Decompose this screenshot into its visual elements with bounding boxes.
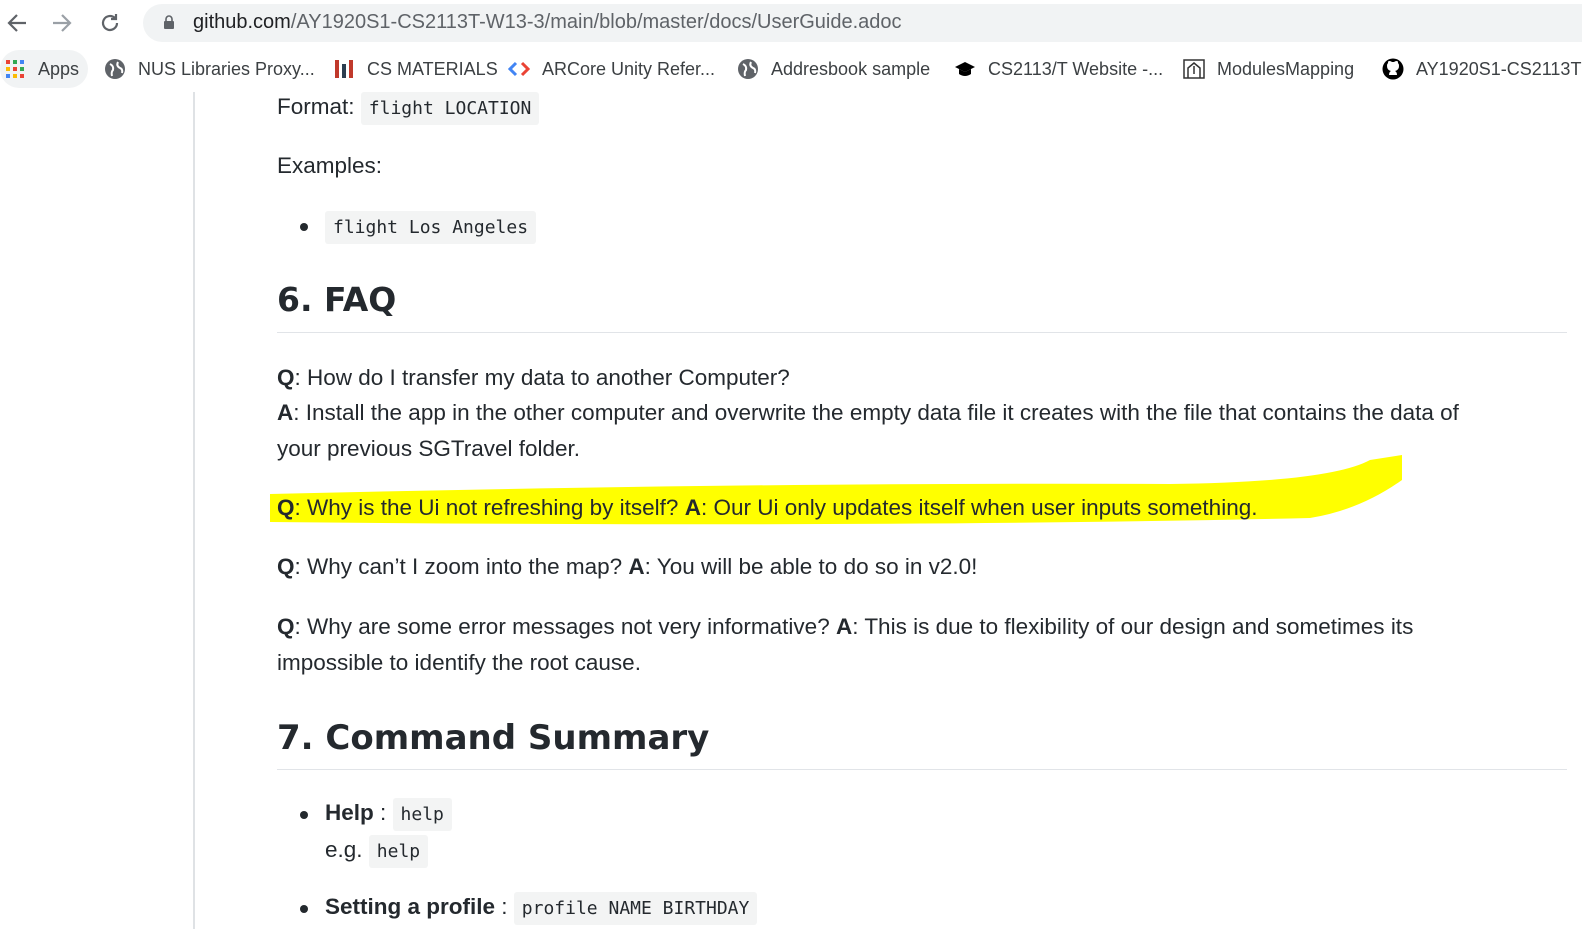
- bookmark-cs2113-website[interactable]: CS2113/T Website -...: [954, 46, 1163, 92]
- command-code: help: [392, 798, 452, 831]
- bookmark-cs-materials[interactable]: CS MATERIALS: [333, 46, 498, 92]
- command-sep: :: [495, 894, 514, 919]
- back-button[interactable]: [0, 6, 34, 40]
- bookmark-label: ARCore Unity Refer...: [542, 58, 716, 79]
- url-text: github.com/AY1920S1-CS2113T-W13-3/main/b…: [193, 11, 902, 34]
- summary-item-profile: Setting a profile : profile NAME BIRTHDA…: [325, 892, 758, 925]
- globe-icon: [104, 58, 126, 80]
- bookmark-label: ModulesMapping: [1217, 58, 1355, 79]
- a-marker: A: [277, 400, 294, 425]
- heading-rule: [277, 769, 1567, 770]
- a-marker: A: [628, 554, 645, 579]
- bookmark-arcore[interactable]: ARCore Unity Refer...: [508, 46, 715, 92]
- faq-item-highlighted: Q: Why is the Ui not refreshing by itsel…: [277, 495, 1257, 521]
- bookmark-label: CS MATERIALS: [367, 58, 498, 79]
- arch-icon: [1183, 58, 1205, 80]
- q-text: : How do I transfer my data to another C…: [294, 365, 790, 390]
- bookmark-label: Addresbook sample: [771, 58, 931, 79]
- example-code: flight Los Angeles: [325, 211, 537, 244]
- q-marker: Q: [277, 614, 295, 639]
- faq-heading: 6. FAQ: [277, 280, 397, 319]
- bookmark-apps[interactable]: Apps: [4, 46, 79, 92]
- faq-answer: A: Install the app in the other computer…: [277, 400, 1459, 426]
- a-text: : Our Ui only updates itself when user i…: [700, 495, 1258, 520]
- q-marker: Q: [277, 554, 295, 579]
- heading-rule: [277, 332, 1567, 333]
- bars-icon: [333, 58, 355, 80]
- format-line: Format: flight LOCATION: [277, 92, 540, 125]
- eg-label: e.g.: [325, 837, 363, 862]
- url-path: /AY1920S1-CS2113T-W13-3/main/blob/master…: [290, 11, 902, 33]
- q-text: : Why are some error messages not very i…: [294, 614, 836, 639]
- bookmark-label: NUS Libraries Proxy...: [138, 58, 315, 79]
- bookmark-ay1920s1[interactable]: AY1920S1-CS2113T: [1382, 46, 1581, 92]
- globe-icon: [737, 58, 759, 80]
- a-marker: A: [684, 495, 701, 520]
- bookmark-label: Apps: [38, 58, 80, 79]
- q-marker: Q: [277, 495, 295, 520]
- graduation-cap-icon: [954, 58, 976, 80]
- github-icon: [1382, 58, 1404, 80]
- code-arrows-icon: [508, 58, 530, 80]
- faq-item: Q: Why are some error messages not very …: [277, 614, 1413, 640]
- command-label: Help: [325, 800, 374, 825]
- summary-example: e.g. help: [325, 835, 429, 868]
- format-label: Format:: [277, 94, 355, 119]
- bullet-icon: [300, 811, 308, 819]
- command-summary-heading: 7. Command Summary: [277, 718, 710, 758]
- q-text: : Why can’t I zoom into the map?: [294, 554, 629, 579]
- lock-icon: [164, 15, 174, 29]
- bookmark-label: AY1920S1-CS2113T: [1416, 58, 1582, 79]
- address-bar[interactable]: github.com/AY1920S1-CS2113T-W13-3/main/b…: [143, 4, 1582, 42]
- bullet-icon: [300, 223, 308, 231]
- browser-toolbar: github.com/AY1920S1-CS2113T-W13-3/main/b…: [0, 0, 1582, 46]
- reload-button[interactable]: [93, 6, 127, 40]
- a-text: : This is due to flexibility of our desi…: [852, 614, 1414, 639]
- command-label: Setting a profile: [325, 894, 496, 919]
- bookmark-nus-libraries[interactable]: NUS Libraries Proxy...: [104, 46, 315, 92]
- faq-answer-cont: impossible to identify the root cause.: [277, 650, 641, 675]
- document-content: Format: flight LOCATION Examples: flight…: [0, 92, 1582, 929]
- faq-item: Q: Why can’t I zoom into the map? A: You…: [277, 554, 977, 580]
- sidebar-divider: [193, 92, 195, 929]
- q-marker: Q: [277, 365, 295, 390]
- examples-label: Examples:: [277, 153, 383, 178]
- q-text: : Why is the Ui not refreshing by itself…: [294, 495, 685, 520]
- apps-grid-icon: [4, 58, 26, 80]
- command-sep: :: [373, 800, 393, 825]
- url-domain: github.com: [193, 11, 291, 33]
- faq-question: Q: How do I transfer my data to another …: [277, 365, 790, 391]
- eg-code: help: [368, 835, 429, 868]
- forward-button[interactable]: [45, 6, 79, 40]
- reload-icon: [101, 14, 119, 32]
- a-marker: A: [835, 614, 853, 639]
- bookmark-addresbook[interactable]: Addresbook sample: [737, 46, 930, 92]
- bookmarks-bar: Apps NUS Libraries Proxy... CS MATERIALS…: [0, 46, 1582, 92]
- example-item: flight Los Angeles: [325, 211, 537, 244]
- a-text: : Install the app in the other computer …: [293, 400, 1459, 425]
- a-text: : You will be able to do so in v2.0!: [644, 554, 978, 579]
- bullet-icon: [300, 905, 308, 913]
- summary-item-help: Help : help: [325, 798, 452, 831]
- format-code: flight LOCATION: [360, 92, 540, 125]
- bookmark-modulesmapping[interactable]: ModulesMapping: [1183, 46, 1354, 92]
- forward-arrow-icon: [53, 14, 72, 32]
- bookmark-label: CS2113/T Website -...: [988, 58, 1164, 79]
- back-arrow-icon: [7, 14, 26, 32]
- command-code: profile NAME BIRTHDAY: [513, 892, 758, 925]
